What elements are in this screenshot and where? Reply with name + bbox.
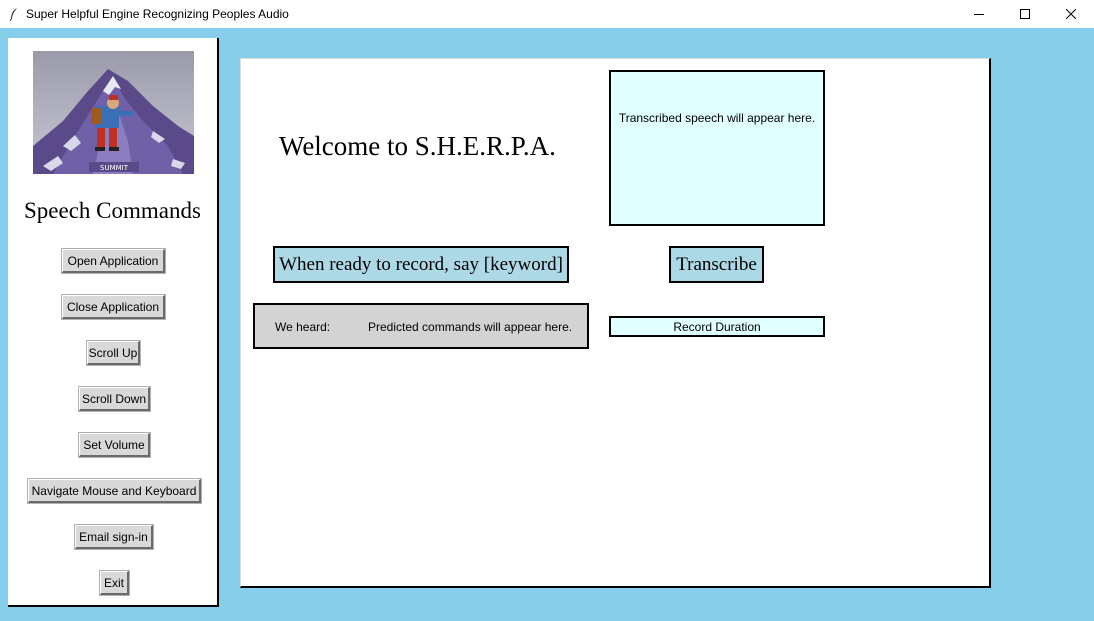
record-keyword-button[interactable]: When ready to record, say [keyword] [273,246,569,283]
transcript-display: Transcribed speech will appear here. [609,70,825,226]
set-volume-button[interactable]: Set Volume [78,432,151,458]
predicted-commands-text: Predicted commands will appear here. [368,320,573,334]
heard-display: We heard: Predicted commands will appear… [253,303,589,349]
svg-text:SUMMIT: SUMMIT [100,164,129,172]
sidebar: SUMMIT Speech Commands Open Application … [8,38,219,607]
navigate-mouse-keyboard-button[interactable]: Navigate Mouse and Keyboard [27,478,202,504]
minimize-icon[interactable] [956,0,1002,28]
record-duration-bar: Record Duration [609,316,825,337]
maximize-icon[interactable] [1002,0,1048,28]
close-icon[interactable] [1048,0,1094,28]
transcript-placeholder: Transcribed speech will appear here. [618,111,816,125]
window-controls [956,0,1094,28]
logo-image: SUMMIT [33,51,194,174]
welcome-heading: Welcome to S.H.E.R.P.A. [279,131,556,161]
scroll-down-button[interactable]: Scroll Down [78,386,151,412]
feather-icon [8,7,20,21]
email-sign-in-button[interactable]: Email sign-in [74,524,154,550]
heard-label: We heard: [275,320,331,334]
exit-button[interactable]: Exit [99,570,130,596]
transcribe-button[interactable]: Transcribe [669,246,764,283]
main-panel: Welcome to S.H.E.R.P.A. Transcribed spee… [240,58,991,588]
close-application-button[interactable]: Close Application [61,294,166,320]
scroll-up-button[interactable]: Scroll Up [86,340,141,366]
window-title: Super Helpful Engine Recognizing Peoples… [26,7,289,21]
open-application-button[interactable]: Open Application [61,248,166,274]
sidebar-title: Speech Commands [24,198,201,223]
title-bar: Super Helpful Engine Recognizing Peoples… [0,0,1094,28]
